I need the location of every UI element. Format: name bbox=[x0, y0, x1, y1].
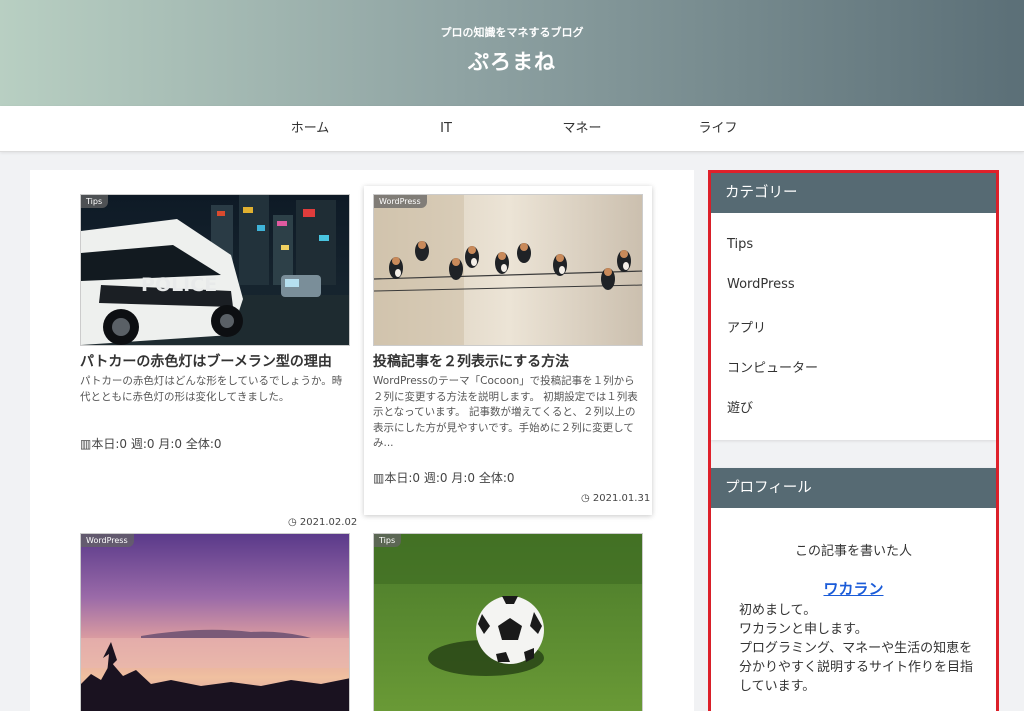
site-header: プロの知識をマネするブログ ぷろまね bbox=[0, 0, 1024, 106]
clock-icon: ◷ bbox=[581, 493, 590, 504]
post-thumbnail-sunset[interactable]: WordPress bbox=[80, 533, 350, 711]
nav-item-it[interactable]: IT bbox=[386, 106, 506, 152]
post-snippet: パトカーの赤色灯はどんな形をしているでしょうか。時代とともに赤色灯の形は変化して… bbox=[80, 375, 343, 403]
post-stats-text: 本日:0 週:0 月:0 全体:0 bbox=[384, 471, 515, 485]
nav-item-money[interactable]: マネー bbox=[522, 106, 642, 152]
post-stats: ▥本日:0 週:0 月:0 全体:0 bbox=[80, 435, 222, 452]
category-label: WordPress bbox=[81, 534, 134, 547]
post-date-text: 2021.02.02 bbox=[299, 517, 358, 528]
post-card[interactable]: Tips bbox=[373, 533, 661, 711]
post-thumbnail-birds[interactable]: WordPress bbox=[373, 194, 643, 346]
post-card[interactable]: Tips bbox=[80, 194, 368, 528]
nav-item-life[interactable]: ライフ bbox=[658, 106, 778, 152]
bar-chart-icon: ▥ bbox=[80, 437, 92, 451]
birds-on-wire-image bbox=[374, 195, 642, 345]
nav-item-home[interactable]: ホーム bbox=[250, 106, 370, 152]
police-car-image: POLICE bbox=[81, 195, 349, 345]
profile-name-link[interactable]: ワカラン bbox=[711, 578, 996, 599]
post-list: Tips POLICE パトカーの赤色灯はブーメラン型の理由 パトカーの赤色灯は… bbox=[30, 170, 694, 711]
profile-bio: 初めまして。 ワカランと申します。 プログラミング、マネーや生活の知恵を分かりや… bbox=[739, 603, 974, 694]
soccer-ball-image bbox=[374, 534, 642, 711]
global-nav: ホーム IT マネー ライフ bbox=[0, 106, 1024, 152]
post-thumbnail-police-car[interactable]: Tips POLICE bbox=[80, 194, 350, 346]
post-date: ◷ 2021.01.31 bbox=[581, 493, 650, 504]
bar-chart-icon: ▥ bbox=[373, 471, 385, 485]
post-stats: ▥本日:0 週:0 月:0 全体:0 bbox=[373, 469, 515, 486]
category-link-computer[interactable]: コンピューター bbox=[727, 357, 818, 376]
post-date: ◷ 2021.02.02 bbox=[288, 517, 357, 528]
post-card[interactable]: WordPress bbox=[364, 186, 652, 515]
post-thumbnail-soccer[interactable]: Tips bbox=[373, 533, 643, 711]
clock-icon: ◷ bbox=[288, 517, 297, 528]
profile-widget: プロフィール この記事を書いた人 ワカラン 初めまして。 ワカランと申します。 … bbox=[711, 468, 996, 711]
sidebar: カテゴリー Tips WordPress アプリ コンピューター 遊び プロフィ… bbox=[708, 170, 999, 711]
svg-text:POLICE: POLICE bbox=[141, 274, 217, 296]
categories-widget: カテゴリー Tips WordPress アプリ コンピューター 遊び bbox=[711, 173, 996, 440]
category-link-apps[interactable]: アプリ bbox=[727, 317, 766, 336]
site-title[interactable]: ぷろまね bbox=[0, 46, 1024, 76]
post-card[interactable]: WordPress bbox=[80, 533, 368, 711]
site-tagline: プロの知識をマネするブログ bbox=[440, 26, 584, 39]
category-label: Tips bbox=[374, 534, 402, 547]
profile-lead: この記事を書いた人 bbox=[794, 544, 912, 559]
post-stats-text: 本日:0 週:0 月:0 全体:0 bbox=[91, 437, 222, 451]
category-link-play[interactable]: 遊び bbox=[727, 397, 753, 416]
post-date-text: 2021.01.31 bbox=[592, 493, 651, 504]
category-link-tips[interactable]: Tips bbox=[727, 237, 753, 252]
categories-widget-title: カテゴリー bbox=[711, 173, 996, 213]
category-label: Tips bbox=[81, 195, 109, 208]
profile-widget-title: プロフィール bbox=[711, 468, 996, 508]
post-snippet: WordPressのテーマ「Cocoon」で投稿記事を１列から２列に変更する方法… bbox=[373, 375, 638, 449]
post-title[interactable]: パトカーの赤色灯はブーメラン型の理由 bbox=[80, 352, 360, 372]
category-label: WordPress bbox=[374, 195, 427, 208]
sunset-landscape-image bbox=[81, 534, 349, 711]
post-title[interactable]: 投稿記事を２列表示にする方法 bbox=[373, 352, 653, 372]
category-link-wordpress[interactable]: WordPress bbox=[727, 277, 795, 292]
